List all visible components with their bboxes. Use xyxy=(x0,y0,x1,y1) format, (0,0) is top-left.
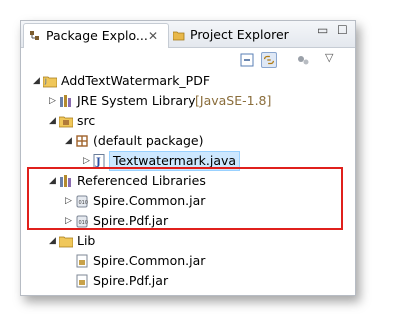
lib-jar-label: Spire.Pdf.jar xyxy=(93,273,169,288)
expanded-arrow-icon[interactable]: ◢ xyxy=(33,71,40,91)
project-explorer-icon xyxy=(173,31,185,41)
tree-item-src[interactable]: ◢ src xyxy=(21,111,355,131)
link-with-editor-icon[interactable] xyxy=(261,52,277,68)
collapsed-arrow-icon[interactable]: ▷ xyxy=(49,91,56,111)
jre-library-label: JRE System Library xyxy=(77,93,196,108)
tree-item-lib-jar[interactable]: Spire.Pdf.jar xyxy=(21,271,355,291)
view-toolbar: ▽ xyxy=(21,48,355,72)
tree-item-jre-library[interactable]: ▷ JRE System Library [JavaSE-1.8] xyxy=(21,91,355,111)
view-tab-bar: Package Explo... ✕ Project Explorer ▭ ☐ xyxy=(21,21,355,48)
close-tab-icon[interactable]: ✕ xyxy=(148,24,158,48)
tab-project-explorer[interactable]: Project Explorer xyxy=(171,23,311,47)
lib-jar-label: Spire.Common.jar xyxy=(93,253,206,268)
src-label: src xyxy=(77,113,96,128)
highlight-box xyxy=(27,167,343,230)
tree-item-project[interactable]: ◢ J AddTextWatermark_PDF xyxy=(21,71,355,91)
folder-icon xyxy=(59,236,73,248)
tree-item-default-package[interactable]: ◢ (default package) xyxy=(21,131,355,151)
collapse-all-icon[interactable] xyxy=(239,52,255,68)
expanded-arrow-icon[interactable]: ◢ xyxy=(65,131,72,151)
java-project-icon: J xyxy=(43,76,57,88)
expanded-arrow-icon[interactable]: ◢ xyxy=(49,111,56,131)
default-package-label: (default package) xyxy=(93,133,204,148)
tree-item-lib-jar[interactable]: Spire.Common.jar xyxy=(21,251,355,271)
minimize-icon[interactable]: ▭ xyxy=(317,23,328,37)
tab-package-explorer[interactable]: Package Explo... ✕ xyxy=(23,23,169,48)
project-name: AddTextWatermark_PDF xyxy=(61,73,211,88)
tab-project-explorer-label: Project Explorer xyxy=(190,27,289,42)
package-icon xyxy=(76,135,88,147)
jre-version-label: [JavaSE-1.8] xyxy=(195,93,272,108)
tab-package-explorer-label: Package Explo... xyxy=(46,28,148,43)
source-folder-icon xyxy=(59,116,73,128)
svg-text:J: J xyxy=(44,78,47,85)
expanded-arrow-icon[interactable]: ◢ xyxy=(49,231,56,251)
lib-folder-label: Lib xyxy=(77,233,96,248)
library-icon xyxy=(60,95,71,107)
tree-item-lib-folder[interactable]: ◢ Lib xyxy=(21,231,355,251)
package-explorer-view: Package Explo... ✕ Project Explorer ▭ ☐ … xyxy=(20,20,356,296)
package-explorer-icon xyxy=(30,31,39,40)
jar-file-icon xyxy=(76,254,88,268)
maximize-icon[interactable]: ☐ xyxy=(337,23,348,37)
view-menu-icon[interactable]: ▽ xyxy=(325,51,333,64)
java-file-icon: J xyxy=(93,154,105,168)
jar-file-icon xyxy=(76,274,88,288)
focus-icon[interactable] xyxy=(295,52,311,68)
